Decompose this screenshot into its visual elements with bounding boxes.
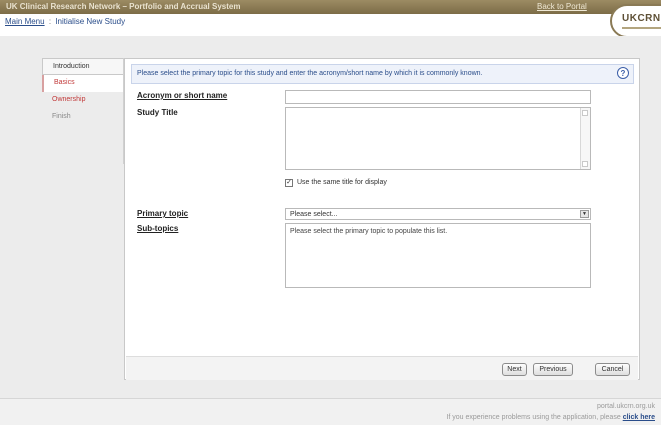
ukcrn-logo: UKCRN — [610, 4, 661, 38]
sub-topics-label: Sub-topics — [137, 224, 179, 233]
breadcrumb-main-menu-link[interactable]: Main Menu — [5, 17, 45, 26]
footer-help-message: If you experience problems using the app… — [446, 414, 621, 421]
logo-underline — [622, 27, 661, 29]
previous-button[interactable]: Previous — [533, 363, 573, 376]
breadcrumb-current: Initialise New Study — [55, 17, 126, 26]
same-title-checkbox-label: Use the same title for display — [297, 179, 387, 186]
next-button[interactable]: Next — [502, 363, 527, 376]
step-basics[interactable]: Basics — [42, 75, 124, 92]
step-ownership[interactable]: Ownership — [42, 92, 124, 109]
same-title-checkbox[interactable]: ✓ — [285, 179, 293, 187]
footer-help-text: If you experience problems using the app… — [446, 414, 655, 421]
chevron-down-icon[interactable]: ▼ — [580, 210, 589, 218]
scroll-down-icon[interactable] — [582, 161, 588, 167]
footer-url: portal.ukcrn.org.uk — [597, 403, 655, 410]
step-finish[interactable]: Finish — [42, 109, 124, 126]
primary-topic-label: Primary topic — [137, 209, 189, 218]
app-title: UK Clinical Research Network – Portfolio… — [6, 2, 241, 11]
instruction-text: Please select the primary topic for this… — [137, 70, 483, 77]
cancel-button[interactable]: Cancel — [595, 363, 630, 376]
form-panel: Please select the primary topic for this… — [124, 58, 640, 380]
wizard-steps-nav: Introduction Basics Ownership Finish — [42, 58, 124, 164]
step-introduction[interactable]: Introduction — [42, 58, 124, 75]
instruction-banner: Please select the primary topic for this… — [131, 64, 634, 84]
help-icon[interactable]: ? — [617, 67, 629, 79]
back-to-portal-link[interactable]: Back to Portal — [537, 2, 587, 11]
logo-text: UKCRN — [622, 13, 661, 24]
footer: portal.ukcrn.org.uk If you experience pr… — [0, 398, 661, 425]
click-here-link[interactable]: click here — [623, 414, 655, 421]
button-bar: Next Previous Cancel — [126, 356, 638, 380]
sub-topics-list[interactable]: Please select the primary topic to popul… — [285, 223, 591, 288]
app-header-bar: UK Clinical Research Network – Portfolio… — [0, 0, 661, 14]
study-title-textarea[interactable] — [285, 107, 591, 170]
study-title-scrollbar[interactable] — [580, 108, 590, 169]
scroll-up-icon[interactable] — [582, 110, 588, 116]
primary-topic-selected: Please select... — [290, 211, 338, 218]
primary-topic-select[interactable]: Please select... ▼ — [285, 208, 591, 220]
acronym-input[interactable] — [285, 90, 591, 104]
study-title-label: Study Title — [137, 108, 178, 117]
acronym-label: Acronym or short name — [137, 91, 228, 100]
sub-topics-placeholder: Please select the primary topic to popul… — [290, 228, 448, 235]
breadcrumb-separator: : — [48, 17, 52, 26]
breadcrumb: Main Menu : Initialise New Study — [5, 17, 125, 26]
